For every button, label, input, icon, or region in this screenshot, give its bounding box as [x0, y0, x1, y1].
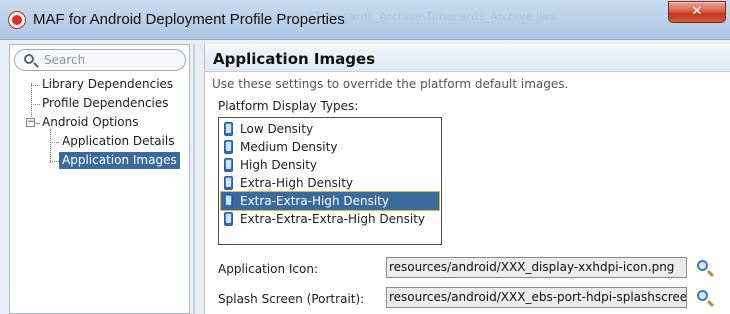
list-item-label: Medium Density [240, 140, 338, 154]
tree-connector [31, 83, 32, 123]
list-item-label: Extra-High Density [240, 176, 354, 190]
panel-splitter[interactable] [193, 44, 195, 314]
list-item-label: Extra-Extra-High Density [240, 194, 390, 208]
list-item-high-density[interactable]: High Density [221, 156, 439, 174]
list-item-extra-extra-extra-high-density[interactable]: Extra-Extra-Extra-High Density [221, 210, 439, 228]
mobile-device-icon [224, 140, 233, 154]
mobile-device-icon [224, 122, 233, 136]
tree-item-android-options[interactable]: Android Options [39, 114, 142, 131]
title-bar: ...\Timecards_Archive\Timecards_Archive.… [0, 0, 730, 40]
list-item-label: Extra-Extra-Extra-High Density [240, 212, 426, 226]
search-input[interactable] [42, 52, 180, 68]
list-item-label: Low Density [240, 122, 314, 136]
tree-item-application-images[interactable]: Application Images [59, 152, 180, 169]
collapse-toggle[interactable]: − [26, 118, 35, 127]
list-item-extra-high-density[interactable]: Extra-High Density [221, 174, 439, 192]
tree-connector [50, 142, 59, 143]
close-button[interactable]: ✕ [668, 1, 726, 23]
oracle-logo-icon [9, 12, 25, 28]
mobile-device-icon [224, 158, 233, 172]
application-icon-label: Application Icon: [218, 262, 318, 276]
section-title: Application Images [213, 50, 376, 68]
title-bar-watermark: ...\Timecards_Archive\Timecards_Archive.… [300, 10, 555, 23]
navigation-panel: Library Dependencies Profile Dependencie… [9, 44, 190, 314]
mobile-device-icon [224, 194, 233, 208]
list-item-label: High Density [240, 158, 318, 172]
content-panel: Application Images Use these settings to… [204, 44, 730, 314]
search-icon [24, 54, 34, 64]
list-item-low-density[interactable]: Low Density [221, 120, 439, 138]
navigation-tree: Library Dependencies Profile Dependencie… [10, 45, 189, 313]
splash-screen-browse-button[interactable] [696, 289, 714, 307]
display-types-list[interactable]: Low Density Medium Density High Density … [218, 117, 442, 245]
display-types-label: Platform Display Types: [218, 99, 359, 113]
search-box[interactable] [14, 49, 186, 71]
list-item-extra-extra-high-density[interactable]: Extra-Extra-High Density [220, 191, 440, 211]
application-icon-field[interactable]: resources/android/XXX_display-xxhdpi-ico… [386, 257, 687, 278]
tree-item-application-details[interactable]: Application Details [59, 133, 177, 150]
application-icon-browse-button[interactable] [696, 259, 714, 277]
tree-item-library-dependencies[interactable]: Library Dependencies [39, 76, 176, 93]
magnifier-icon [697, 290, 708, 301]
tree-item-profile-dependencies[interactable]: Profile Dependencies [39, 95, 172, 112]
list-item-medium-density[interactable]: Medium Density [221, 138, 439, 156]
tree-connector [50, 161, 59, 162]
section-header: Application Images [205, 44, 730, 72]
section-description: Use these settings to override the platf… [212, 77, 569, 91]
window-title: MAF for Android Deployment Profile Prope… [33, 11, 345, 28]
mobile-device-icon [224, 212, 233, 226]
tree-connector [50, 129, 51, 163]
magnifier-icon [697, 260, 708, 271]
splash-screen-portrait-label: Splash Screen (Portrait): [218, 292, 365, 306]
mobile-device-icon [224, 176, 233, 190]
splash-screen-portrait-field[interactable]: resources/android/XXX_ebs-port-hdpi-spla… [386, 287, 687, 308]
